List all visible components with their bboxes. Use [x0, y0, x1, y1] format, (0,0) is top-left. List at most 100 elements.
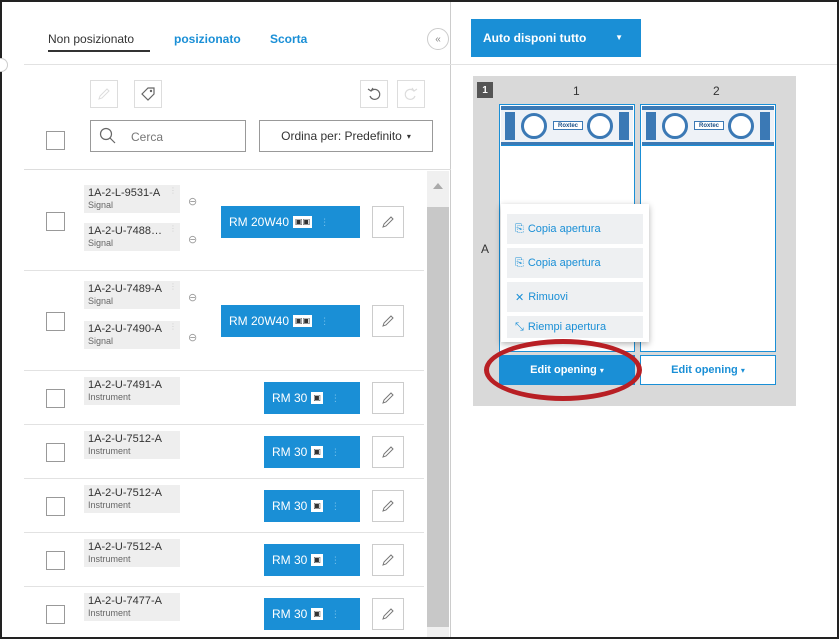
edit-button[interactable] [372, 382, 404, 414]
menu-item-copy-opening[interactable]: ⎘ Copia apertura [507, 248, 643, 278]
edit-button[interactable] [90, 80, 118, 108]
cable-type: Signal [88, 296, 114, 306]
menu-item-fill-opening[interactable]: ⤡ Riempi apertura [507, 316, 643, 338]
cable-tag[interactable]: 1A-2-U-7512-A Instrument [84, 539, 180, 567]
panel-side [505, 112, 515, 140]
cable-tag[interactable]: 1A-2-U-7489-A Signal ⋮ [84, 281, 180, 309]
link-icon[interactable]: ⊖ [188, 331, 197, 344]
row-checkbox[interactable] [46, 312, 65, 331]
cable-tag[interactable]: 1A-2-U-7488… Signal ⋮ [84, 223, 180, 251]
tab-scorta[interactable]: Scorta [270, 32, 307, 46]
module-label: RM 30 [272, 391, 308, 405]
auto-arrange-button[interactable]: Auto disponi tutto ▼ [471, 19, 641, 57]
link-icon[interactable]: ⊖ [188, 195, 197, 208]
module-button[interactable]: RM 30 ▣ ⋮ [264, 382, 360, 414]
roxtec-logo: Roxtec [694, 121, 724, 130]
more-icon: ⋮ [330, 446, 340, 457]
redo-icon [404, 87, 418, 100]
module-button[interactable]: RM 30 ▣ ⋮ [264, 490, 360, 522]
scrollbar-thumb[interactable] [427, 207, 449, 627]
drag-handle-icon[interactable]: ⋮ [169, 323, 177, 331]
edit-button[interactable] [372, 305, 404, 337]
fill-icon: ⤡ [515, 320, 524, 333]
edit-button[interactable] [372, 490, 404, 522]
pencil-icon [382, 554, 394, 566]
column-number: 2 [713, 84, 720, 98]
cable-code: 1A-2-L-9531-A [88, 187, 161, 199]
cable-tag[interactable]: 1A-2-U-7490-A Signal ⋮ [84, 321, 180, 349]
cable-tag[interactable]: 1A-2-U-7477-A Instrument [84, 593, 180, 621]
list-item: 1A-2-U-7512-A Instrument RM 30 ▣ ⋮ [24, 425, 424, 479]
cable-icon: ▣▣ [293, 216, 313, 228]
list-item: 1A-2-U-7512-A Instrument RM 30 ▣ ⋮ [24, 533, 424, 587]
cable-type: Instrument [88, 446, 131, 456]
redo-button[interactable] [397, 80, 425, 108]
drag-handle-icon[interactable]: ⋮ [169, 187, 177, 195]
link-icon[interactable]: ⊖ [188, 291, 197, 304]
row-letter: A [481, 242, 490, 256]
menu-item-copy-opening[interactable]: ⎘ Copia apertura [507, 214, 643, 244]
edit-opening-label: Edit opening [671, 364, 738, 376]
list-item: 1A-2-U-7512-A Instrument RM 30 ▣ ⋮ [24, 479, 424, 533]
panel-top-bar [642, 106, 774, 110]
cable-type: Signal [88, 200, 114, 210]
sort-dropdown[interactable]: Ordina per: Predefinito ▾ [259, 120, 433, 152]
row-checkbox[interactable] [46, 443, 65, 462]
tab-posizionato[interactable]: posizionato [174, 32, 241, 46]
edit-opening-button[interactable]: Edit opening ▾ [640, 355, 776, 385]
unplaced-list: 1A-2-L-9531-A Signal ⋮ ⊖ 1A-2-U-7488… Si… [24, 171, 424, 637]
active-tab-indicator [48, 50, 150, 52]
panel-ring [662, 113, 688, 139]
cable-icon: ▣ [311, 446, 323, 458]
collapse-panel-button[interactable]: « [427, 28, 449, 50]
row-checkbox[interactable] [46, 605, 65, 624]
module-button[interactable]: RM 20W40 ▣▣ ⋮ [221, 206, 360, 238]
scrollbar[interactable] [427, 171, 449, 637]
row-checkbox[interactable] [46, 497, 65, 516]
edit-opening-button[interactable]: Edit opening ▾ [499, 355, 635, 385]
search-input[interactable]: Cerca [90, 120, 246, 152]
drag-handle-icon[interactable]: ⋮ [169, 225, 177, 233]
undo-icon [367, 87, 381, 100]
edit-button[interactable] [372, 436, 404, 468]
cable-tag[interactable]: 1A-2-U-7491-A Instrument [84, 377, 180, 405]
module-button[interactable]: RM 20W40 ▣▣ ⋮ [221, 305, 360, 337]
tag-button[interactable] [134, 80, 162, 108]
edit-button[interactable] [372, 544, 404, 576]
edit-button[interactable] [372, 206, 404, 238]
select-all-checkbox[interactable] [46, 131, 65, 150]
edit-button[interactable] [372, 598, 404, 630]
row-checkbox[interactable] [46, 212, 65, 231]
chevron-down-icon[interactable]: ▼ [615, 33, 623, 42]
row-checkbox[interactable] [46, 389, 65, 408]
cable-tag[interactable]: 1A-2-L-9531-A Signal ⋮ [84, 185, 180, 213]
chevron-down-icon: ▾ [406, 131, 411, 141]
column-number: 1 [573, 84, 580, 98]
module-button[interactable]: RM 30 ▣ ⋮ [264, 598, 360, 630]
link-icon[interactable]: ⊖ [188, 233, 197, 246]
panel-side [646, 112, 656, 140]
scroll-up-arrow-icon[interactable] [433, 183, 443, 189]
drag-handle-icon[interactable]: ⋮ [169, 283, 177, 291]
opening-cell[interactable]: Roxtec [640, 104, 776, 352]
panel-ring [728, 113, 754, 139]
undo-button[interactable] [360, 80, 388, 108]
pencil-icon [382, 216, 394, 228]
panel-ring [587, 113, 613, 139]
module-button[interactable]: RM 30 ▣ ⋮ [264, 544, 360, 576]
copy-icon: ⎘ [515, 222, 524, 235]
menu-item-label: Rimuovi [528, 291, 568, 303]
more-icon: ⋮ [330, 554, 340, 565]
module-button[interactable]: RM 30 ▣ ⋮ [264, 436, 360, 468]
module-label: RM 30 [272, 499, 308, 513]
cable-tag[interactable]: 1A-2-U-7512-A Instrument [84, 485, 180, 513]
menu-item-remove[interactable]: ✕ Rimuovi [507, 282, 643, 312]
pencil-icon [98, 88, 110, 100]
row-checkbox[interactable] [46, 551, 65, 570]
copy-icon: ⎘ [515, 256, 524, 269]
module-label: RM 30 [272, 607, 308, 621]
tab-non-posizionato[interactable]: Non posizionato [48, 32, 134, 46]
cable-tag[interactable]: 1A-2-U-7512-A Instrument [84, 431, 180, 459]
cable-type: Signal [88, 238, 114, 248]
cable-code: 1A-2-U-7477-A [88, 595, 162, 607]
